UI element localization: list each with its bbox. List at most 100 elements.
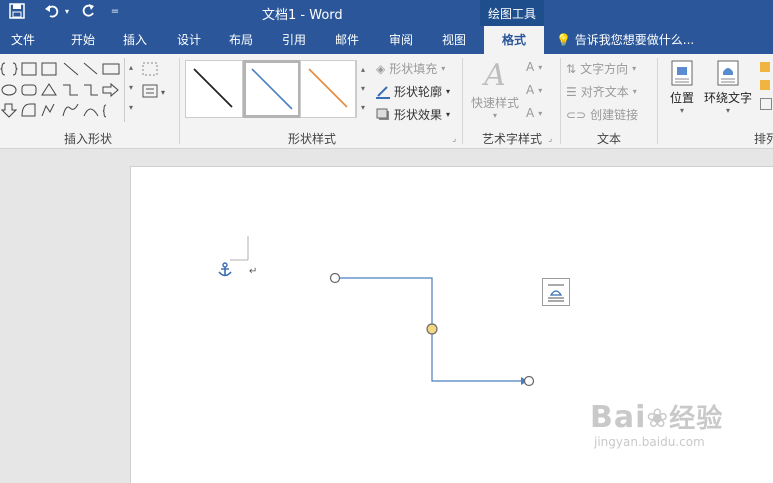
- shape-vertical-textbox-icon: [41, 62, 57, 76]
- connector-start-handle[interactable]: [329, 272, 341, 284]
- position-button[interactable]: 位置 ▾: [664, 60, 700, 126]
- draw-textbox-button[interactable]: ▾: [142, 84, 168, 101]
- shape-bracket-icon: [103, 104, 107, 118]
- paint-bucket-icon: ◈: [376, 61, 386, 76]
- shapes-gallery-scroll[interactable]: ▴ ▾ ▾: [124, 58, 137, 122]
- chevron-down-icon: ▾: [492, 111, 497, 120]
- paragraph-mark: ↵: [249, 266, 258, 277]
- connector-adjust-handle[interactable]: [426, 323, 438, 335]
- edit-points-icon: [142, 62, 158, 76]
- pen-icon: [376, 85, 390, 99]
- scroll-down-icon: ▾: [360, 84, 365, 93]
- text-fill-icon: A: [526, 60, 535, 74]
- context-tab-drawing-tools: 绘图工具: [480, 0, 544, 26]
- dialog-launcher-icon[interactable]: ⌟: [548, 134, 552, 144]
- text-direction-label: 文字方向: [580, 62, 629, 76]
- redo-icon: [82, 4, 94, 17]
- elbow-connector[interactable]: [325, 268, 545, 392]
- position-icon: [671, 60, 693, 86]
- style-preset-1[interactable]: [185, 60, 243, 118]
- shape-outline-button[interactable]: 形状轮廓 ▾: [376, 83, 450, 100]
- anchor-icon: [218, 262, 232, 277]
- arrange-more-buttons[interactable]: [758, 60, 773, 120]
- text-direction-button[interactable]: ⇅ 文字方向 ▾: [566, 60, 636, 77]
- create-link-label: 创建链接: [590, 108, 639, 122]
- shape-triangle-icon: [41, 83, 57, 96]
- chevron-down-icon: ▾: [538, 108, 543, 118]
- tab-insert[interactable]: 插入: [112, 26, 158, 54]
- tab-home[interactable]: 开始: [58, 26, 108, 54]
- scroll-up-icon: ▴: [128, 63, 133, 72]
- styles-gallery-scroll[interactable]: ▴ ▾ ▾: [356, 60, 369, 118]
- text-effects-button[interactable]: A ▾: [526, 106, 542, 120]
- chevron-down-icon: ▾: [538, 85, 543, 95]
- shape-fill-button[interactable]: ◈ 形状填充 ▾: [376, 60, 445, 77]
- window-title: 文档1 - Word: [262, 8, 343, 23]
- undo-button[interactable]: [42, 0, 62, 22]
- effects-icon: [376, 108, 389, 120]
- text-effects-icon: A: [526, 106, 535, 120]
- style-preset-3[interactable]: [300, 60, 356, 118]
- group-separator: [560, 58, 561, 144]
- quick-styles-button[interactable]: A 快速样式 ▾: [468, 58, 522, 126]
- position-label: 位置: [669, 91, 694, 105]
- baidu-watermark: Bai❀经验 jingyan.baidu.com: [590, 398, 723, 449]
- chevron-down-icon: ▾: [538, 62, 543, 72]
- shape-rectangle-icon: [102, 63, 120, 75]
- text-outline-button[interactable]: A ▾: [526, 83, 542, 97]
- tab-layout[interactable]: 布局: [218, 26, 264, 54]
- shape-elbow-icon: [63, 84, 78, 96]
- edit-shape-button[interactable]: [142, 62, 160, 79]
- shape-brace-icon: [0, 62, 18, 76]
- layout-options-button[interactable]: [542, 278, 570, 306]
- tab-references[interactable]: 引用: [271, 26, 317, 54]
- dialog-launcher-icon[interactable]: ⌟: [452, 134, 456, 144]
- title-bar: ▾ = 文档1 - Word 绘图工具: [0, 0, 773, 26]
- shape-outline-label: 形状轮廓: [394, 85, 443, 99]
- save-button[interactable]: [6, 0, 28, 22]
- shape-oval-icon: [1, 84, 17, 96]
- gallery-more-icon: ▾: [128, 103, 133, 112]
- create-link-button[interactable]: ⊂⊃ 创建链接: [566, 106, 638, 123]
- tell-me-search[interactable]: 💡 告诉我您想要做什么...: [556, 26, 694, 54]
- chevron-down-icon: ▾: [725, 106, 730, 115]
- tab-mailings[interactable]: 邮件: [324, 26, 370, 54]
- tab-review[interactable]: 审阅: [378, 26, 424, 54]
- tell-me-text: 告诉我您想要做什么...: [574, 33, 695, 47]
- shape-down-arrow-icon: [0, 103, 18, 118]
- group-label-shape-styles: 形状样式: [287, 132, 336, 146]
- shape-fill-label: 形状填充: [389, 62, 438, 76]
- tab-view[interactable]: 视图: [431, 26, 477, 54]
- wordart-a-icon: A: [484, 58, 506, 93]
- group-separator: [462, 58, 463, 144]
- connector-end-handle[interactable]: [523, 375, 535, 387]
- align-text-label: 对齐文本: [580, 85, 629, 99]
- chevron-down-icon: ▾: [679, 106, 684, 115]
- shape-arc-icon: [83, 108, 99, 117]
- chevron-down-icon: ▾: [446, 110, 451, 119]
- tab-file[interactable]: 文件: [0, 26, 46, 54]
- shapes-gallery[interactable]: [0, 60, 124, 122]
- shape-curve-icon: [21, 103, 36, 117]
- wrap-text-button[interactable]: 环绕文字 ▾: [702, 60, 754, 126]
- shape-effect-button[interactable]: 形状效果 ▾: [376, 106, 450, 123]
- redo-button[interactable]: [78, 0, 98, 22]
- style-preset-2-selected[interactable]: [243, 60, 301, 118]
- watermark-brand: Bai: [590, 400, 647, 435]
- ribbon-tabs: 文件 开始 插入 设计 布局 引用 邮件 审阅 视图 格式 💡 告诉我您想要做什…: [0, 26, 773, 54]
- undo-dropdown[interactable]: ▾: [62, 0, 72, 22]
- group-separator: [657, 58, 658, 144]
- tab-design[interactable]: 设计: [166, 26, 212, 54]
- lightbulb-icon: 💡: [556, 33, 571, 47]
- text-direction-icon: ⇅: [566, 61, 577, 76]
- tab-format[interactable]: 格式: [484, 26, 544, 54]
- group-label-text: 文本: [596, 132, 621, 146]
- shape-arrow-line-icon: [83, 62, 98, 75]
- align-text-icon: ☰: [566, 84, 577, 99]
- customize-qat-icon: =: [110, 5, 120, 17]
- margin-corner-mark: [230, 236, 249, 261]
- customize-qat-button[interactable]: =: [108, 0, 122, 22]
- text-fill-button[interactable]: A ▾: [526, 60, 542, 74]
- group-separator: [179, 58, 180, 144]
- align-text-button[interactable]: ☰ 对齐文本 ▾: [566, 83, 637, 100]
